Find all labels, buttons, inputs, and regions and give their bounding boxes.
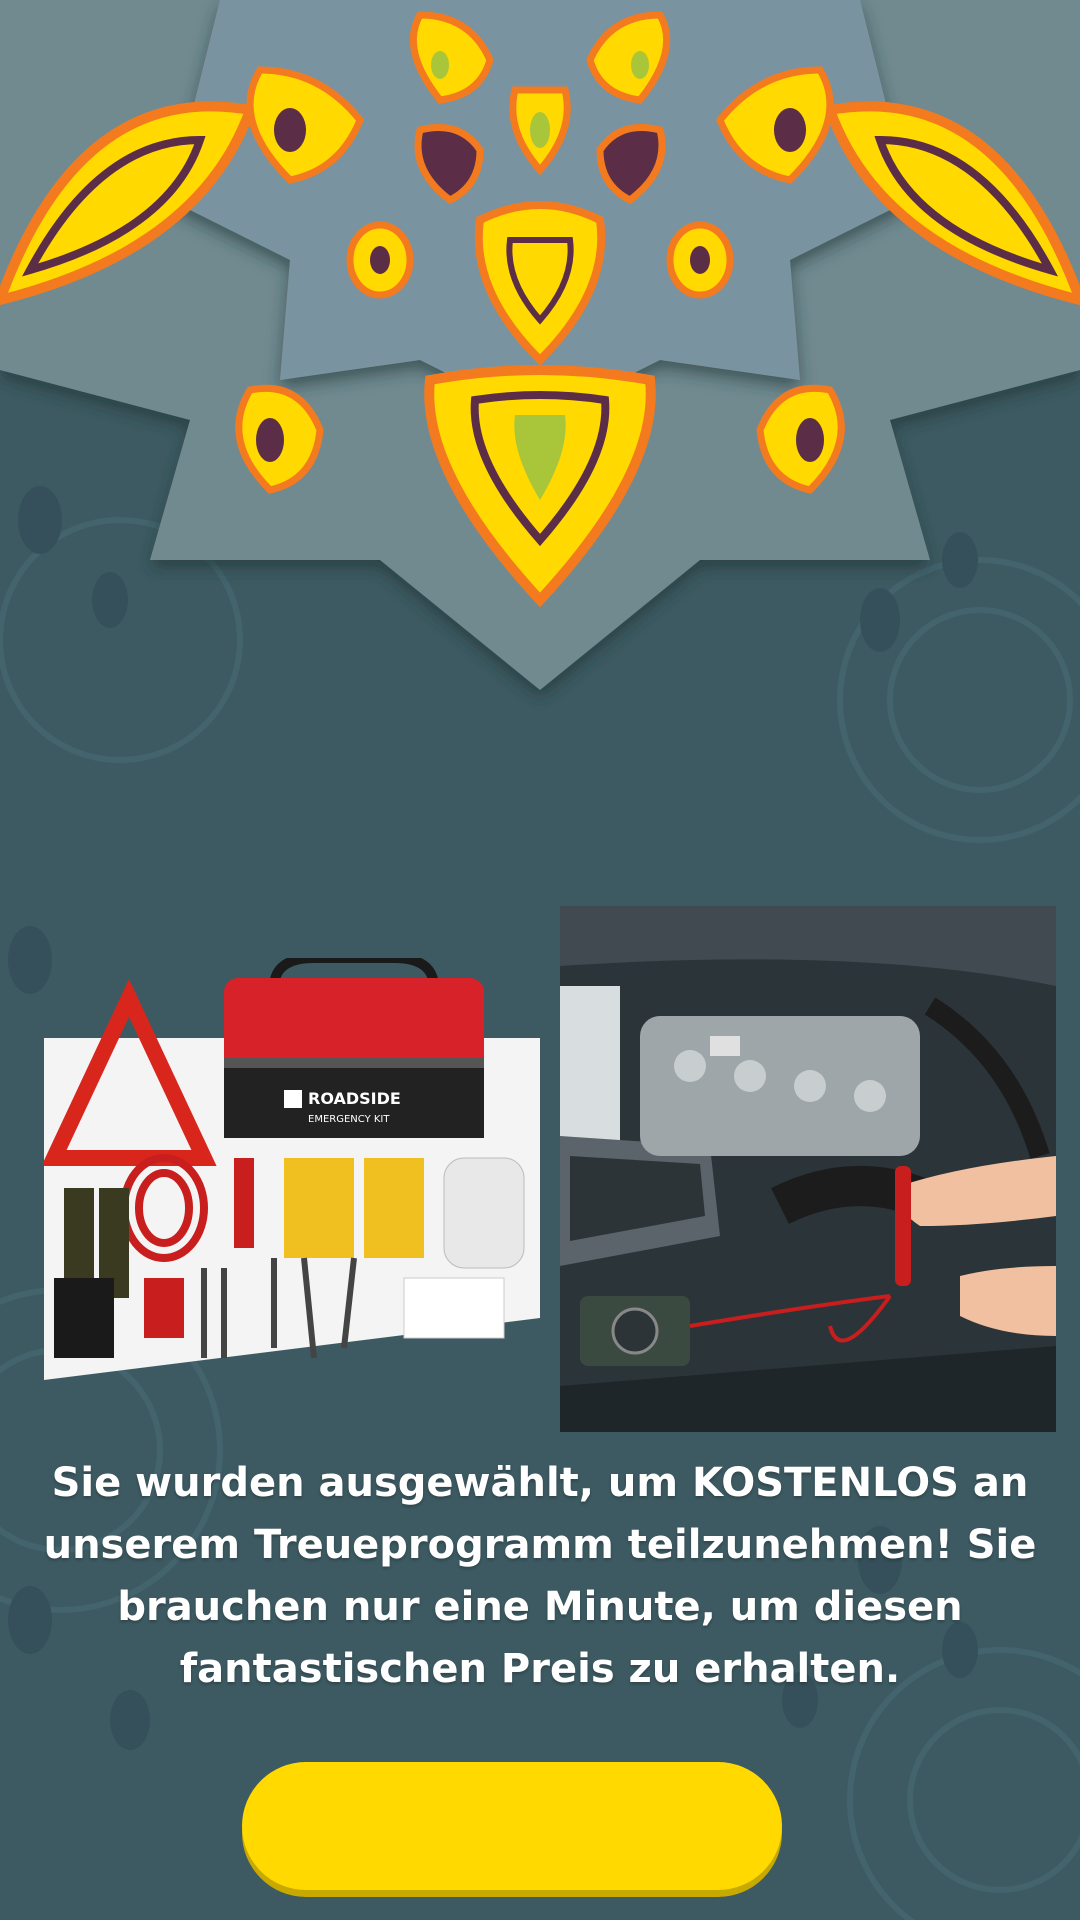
cta-button[interactable] bbox=[242, 1762, 782, 1890]
car-engine-diagnostic-image bbox=[560, 906, 1056, 1432]
bag-subtitle-text: EMERGENCY KIT bbox=[308, 1114, 390, 1125]
bag-brand-text: ROADSIDE bbox=[308, 1089, 401, 1108]
gloves-icon bbox=[443, 1157, 525, 1269]
emergency-kit-image: ROADSIDE EMERGENCY KIT bbox=[44, 958, 540, 1380]
headline-text: Sie wurden ausgewählt, um KOSTENLOS an u… bbox=[43, 1460, 1037, 1692]
landing-page: ROADSIDE EMERGENCY KIT Sie wurden ausgew… bbox=[0, 0, 1080, 1920]
mandala-flower-decoration bbox=[0, 0, 1080, 690]
